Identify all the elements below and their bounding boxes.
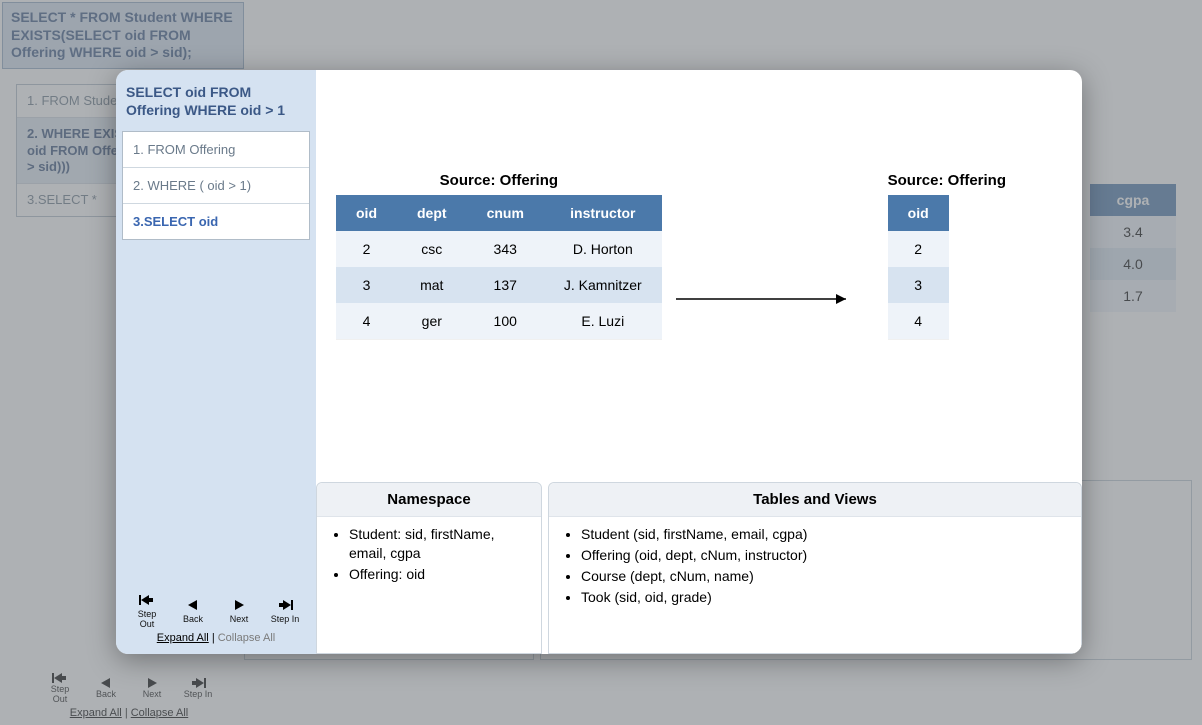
bg-collapse-all[interactable]: Collapse All [131, 707, 188, 719]
visualization-area: Source: Offering oid dept cnum instructo… [336, 86, 1066, 482]
col-oid: oid [336, 195, 397, 231]
step-out-icon [139, 593, 155, 610]
bg-controls: Step Out Back Next Step In Expand All | … [44, 671, 214, 719]
bg-query-text: SELECT * FROM Student WHERE EXISTS(SELEC… [11, 9, 233, 60]
modal-controls: Step Out Back Next [116, 589, 316, 654]
bg-cgpa-cell: 1.7 [1090, 280, 1176, 312]
col-cnum: cnum [467, 195, 544, 231]
tables-views-title: Tables and Views [549, 483, 1081, 517]
col-instructor: instructor [544, 195, 662, 231]
list-item: Took (sid, oid, grade) [581, 588, 1067, 607]
step-in-icon [277, 598, 293, 615]
bg-expand-all[interactable]: Expand All [70, 707, 122, 719]
tables-views-list: Student (sid, firstName, email, cgpa) Of… [563, 525, 1067, 607]
table-row: 4 [888, 303, 949, 339]
namespace-list: Student: sid, firstName, email, cgpa Off… [331, 525, 527, 584]
bg-result-table: cgpa 3.4 4.0 1.7 [1090, 184, 1176, 312]
table-row: 4 ger 100 E. Luzi [336, 303, 662, 339]
step-in-button[interactable]: Step In [270, 598, 300, 625]
bg-step-out-button[interactable]: Step Out [45, 671, 75, 705]
table-row: 3 mat 137 J. Kamnitzer [336, 267, 662, 303]
table-header-row: oid dept cnum instructor [336, 195, 662, 231]
source-right-table: oid 2 3 4 [888, 195, 949, 339]
source-right-block: Source: Offering oid 2 3 4 [888, 172, 1006, 339]
list-item: Offering: oid [349, 565, 527, 584]
list-item: Student: sid, firstName, email, cgpa [349, 525, 527, 563]
col-dept: dept [397, 195, 467, 231]
back-button[interactable]: Back [178, 598, 208, 625]
list-item: Course (dept, cNum, name) [581, 567, 1067, 586]
modal-steps-list: 1. FROM Offering 2. WHERE ( oid > 1) 3.S… [122, 131, 310, 240]
info-panels: Namespace Student: sid, firstName, email… [316, 482, 1082, 654]
collapse-all-link[interactable]: Collapse All [218, 632, 275, 644]
list-item: Offering (oid, dept, cNum, instructor) [581, 546, 1067, 565]
tables-views-panel: Tables and Views Student (sid, firstName… [548, 482, 1082, 654]
next-label: Next [230, 615, 249, 625]
namespace-title: Namespace [317, 483, 541, 517]
expand-all-link[interactable]: Expand All [157, 632, 209, 644]
source-left-block: Source: Offering oid dept cnum instructo… [336, 172, 662, 339]
col-oid: oid [888, 195, 949, 231]
step-out-label: Step Out [132, 610, 162, 630]
list-item: Student (sid, firstName, email, cgpa) [581, 525, 1067, 544]
modal-main: Source: Offering oid dept cnum instructo… [316, 70, 1082, 654]
modal-query-text: SELECT oid FROM Offering WHERE oid > 1 [116, 70, 316, 131]
next-button[interactable]: Next [224, 598, 254, 625]
source-left-caption: Source: Offering [336, 172, 662, 189]
next-icon [231, 598, 247, 615]
table-row: 2 csc 343 D. Horton [336, 231, 662, 267]
source-right-caption: Source: Offering [888, 172, 1006, 189]
back-icon [185, 598, 201, 615]
bg-cgpa-cell: 4.0 [1090, 248, 1176, 280]
bg-next-button[interactable]: Next [137, 676, 167, 700]
back-label: Back [183, 615, 203, 625]
bg-step-in-button[interactable]: Step In [183, 676, 213, 700]
table-header-row: oid [888, 195, 949, 231]
bg-cgpa-cell: 3.4 [1090, 216, 1176, 248]
table-row: 2 [888, 231, 949, 267]
step-in-label: Step In [271, 615, 300, 625]
bg-back-button[interactable]: Back [91, 676, 121, 700]
modal-step-3[interactable]: 3.SELECT oid [123, 204, 309, 239]
source-left-table: oid dept cnum instructor 2 csc 343 D. Ho… [336, 195, 662, 339]
modal-sidebar: SELECT oid FROM Offering WHERE oid > 1 1… [116, 70, 316, 654]
subquery-modal: SELECT oid FROM Offering WHERE oid > 1 1… [116, 70, 1082, 654]
table-row: 3 [888, 267, 949, 303]
modal-step-2[interactable]: 2. WHERE ( oid > 1) [123, 168, 309, 204]
modal-step-1[interactable]: 1. FROM Offering [123, 132, 309, 168]
bg-col-cgpa: cgpa [1090, 184, 1176, 216]
projection-arrow-icon [676, 284, 856, 314]
namespace-panel: Namespace Student: sid, firstName, email… [316, 482, 542, 654]
step-out-button[interactable]: Step Out [132, 593, 162, 630]
bg-query-box: SELECT * FROM Student WHERE EXISTS(SELEC… [2, 2, 244, 69]
